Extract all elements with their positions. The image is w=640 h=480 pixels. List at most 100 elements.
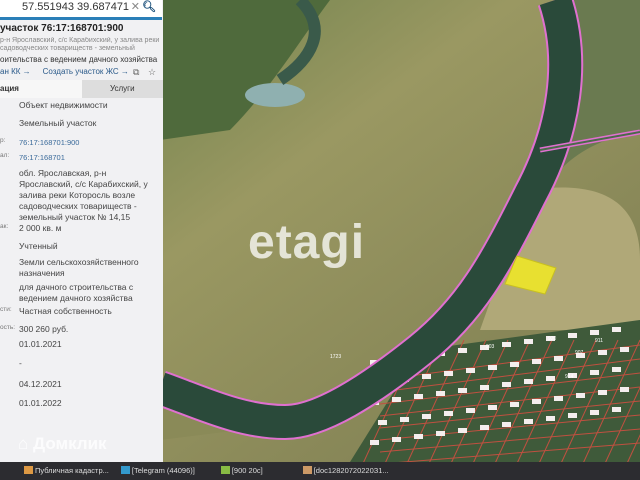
star-icon[interactable]: ☆ bbox=[148, 67, 156, 77]
lot-label bbox=[612, 407, 621, 412]
lot-label bbox=[480, 385, 489, 390]
row-value: 76:17:168701 bbox=[19, 153, 65, 162]
taskbar-label: [900 20с] bbox=[231, 466, 263, 475]
lot-label bbox=[422, 374, 431, 379]
lot-label bbox=[568, 333, 577, 338]
lot-label bbox=[590, 370, 599, 375]
taskbar-item-browser[interactable]: Публичная кадастр... bbox=[20, 464, 113, 478]
taskbar-item-document[interactable]: [doc12820720220З1... bbox=[299, 464, 393, 478]
lot-label bbox=[510, 402, 519, 407]
lot-label bbox=[532, 399, 541, 404]
lot-label bbox=[590, 410, 599, 415]
lot-label bbox=[502, 342, 511, 347]
lot-label bbox=[488, 365, 497, 370]
lot-label bbox=[488, 405, 497, 410]
plan-link[interactable]: ан КК → bbox=[0, 67, 31, 76]
domclick-text: Домклик bbox=[33, 434, 107, 453]
lot-label bbox=[532, 359, 541, 364]
lot-label bbox=[620, 347, 629, 352]
lot-label bbox=[392, 437, 401, 442]
lot-label bbox=[510, 362, 519, 367]
row-value: - bbox=[19, 358, 22, 368]
row-value: 04.12.2021 bbox=[19, 379, 62, 389]
domclick-watermark: ⌂ Домклик bbox=[18, 434, 107, 454]
lot-number: 1723 bbox=[330, 354, 341, 360]
lot-label bbox=[546, 416, 555, 421]
lot-label bbox=[554, 356, 563, 361]
lot-label bbox=[524, 339, 533, 344]
row-value: Частная собственность bbox=[19, 306, 112, 316]
row-label: ость: bbox=[0, 324, 16, 331]
create-parcel-link[interactable]: Создать участок ЖС → bbox=[43, 67, 129, 76]
taskbar-label: Публичная кадастр... bbox=[35, 466, 109, 475]
taskbar-item-telegram[interactable]: [Telegram (44096)] bbox=[117, 464, 199, 478]
lot-label bbox=[370, 440, 379, 445]
coordinates-search-input[interactable]: 57.551943 39.687471 ✕ 🔍︎ bbox=[0, 0, 162, 20]
telegram-icon bbox=[120, 466, 130, 474]
lot-label bbox=[480, 425, 489, 430]
taskbar-label: [doc12820720220З1... bbox=[313, 466, 389, 475]
row-value: 01.01.2022 bbox=[19, 398, 62, 408]
lot-label bbox=[612, 367, 621, 372]
close-icon[interactable]: ✕ bbox=[131, 0, 140, 14]
lot-label bbox=[612, 327, 621, 332]
row-value: Учтенный bbox=[19, 241, 58, 251]
row-label: р: bbox=[0, 137, 6, 144]
lot-label bbox=[444, 411, 453, 416]
parcel-address-short: р-н Ярославский, с/с Карабихский, у зали… bbox=[0, 37, 160, 52]
lot-label bbox=[620, 387, 629, 392]
tab-information[interactable]: ация bbox=[0, 80, 82, 98]
tabs: ация Услуги bbox=[0, 80, 163, 98]
lot-label bbox=[422, 414, 431, 419]
lot-label bbox=[502, 382, 511, 387]
row-label: ак: bbox=[0, 223, 9, 230]
lot-label bbox=[546, 376, 555, 381]
magnifier-icon[interactable]: 🔍︎ bbox=[142, 0, 156, 14]
taskbar-item-folder[interactable]: [900 20с] bbox=[217, 464, 267, 478]
row-value: Земли сельскохозяйственного назначения bbox=[19, 257, 139, 278]
lot-number: 907 bbox=[575, 350, 584, 356]
lot-label bbox=[576, 393, 585, 398]
lot-label bbox=[590, 330, 599, 335]
lot-label bbox=[502, 422, 511, 427]
lot-number: 920 bbox=[548, 336, 557, 342]
lot-label bbox=[400, 417, 409, 422]
parcel-purpose: оительства с ведением дачного хозяйства bbox=[0, 55, 158, 64]
tab-services[interactable]: Услуги bbox=[81, 80, 163, 98]
lot-label bbox=[524, 419, 533, 424]
lot-number: 914 bbox=[565, 374, 574, 380]
lot-label bbox=[414, 394, 423, 399]
lot-number: 911 bbox=[595, 338, 603, 344]
row-value: 2 000 кв. м bbox=[19, 223, 62, 233]
lot-label bbox=[392, 397, 401, 402]
etagi-watermark: etagi bbox=[248, 216, 366, 269]
lot-label bbox=[524, 379, 533, 384]
lot-label bbox=[598, 390, 607, 395]
row-value: для дачного строительства с ведением дач… bbox=[19, 282, 134, 303]
row-value: 01.01.2021 bbox=[19, 339, 62, 349]
row-label: ал: bbox=[0, 152, 10, 159]
row-value: 300 260 руб. bbox=[19, 324, 69, 334]
lot-label bbox=[444, 371, 453, 376]
lot-label bbox=[458, 428, 467, 433]
lot-label bbox=[466, 408, 475, 413]
lot-label bbox=[458, 348, 467, 353]
lot-label bbox=[378, 420, 387, 425]
row-label: сти: bbox=[0, 306, 12, 313]
search-map-icon[interactable]: ⧉ bbox=[133, 67, 139, 77]
search-value: 57.551943 39.687471 bbox=[22, 1, 130, 13]
lot-label bbox=[568, 413, 577, 418]
chrome-icon bbox=[24, 466, 33, 474]
lot-label bbox=[466, 368, 475, 373]
parcel-title: участок 76:17:168701:900 bbox=[0, 23, 124, 34]
lot-label bbox=[436, 431, 445, 436]
header-links: ан КК → Создать участок ЖС → ⧉ ☆ bbox=[0, 67, 163, 78]
domclick-logo-icon: ⌂ bbox=[18, 434, 29, 453]
taskbar-label: [Telegram (44096)] bbox=[131, 466, 195, 475]
document-icon bbox=[302, 466, 312, 474]
lot-label bbox=[458, 388, 467, 393]
lake bbox=[245, 83, 305, 107]
lot-label bbox=[436, 391, 445, 396]
lot-number: 903 bbox=[486, 344, 495, 350]
row-value: Объект недвижимости bbox=[19, 100, 108, 110]
